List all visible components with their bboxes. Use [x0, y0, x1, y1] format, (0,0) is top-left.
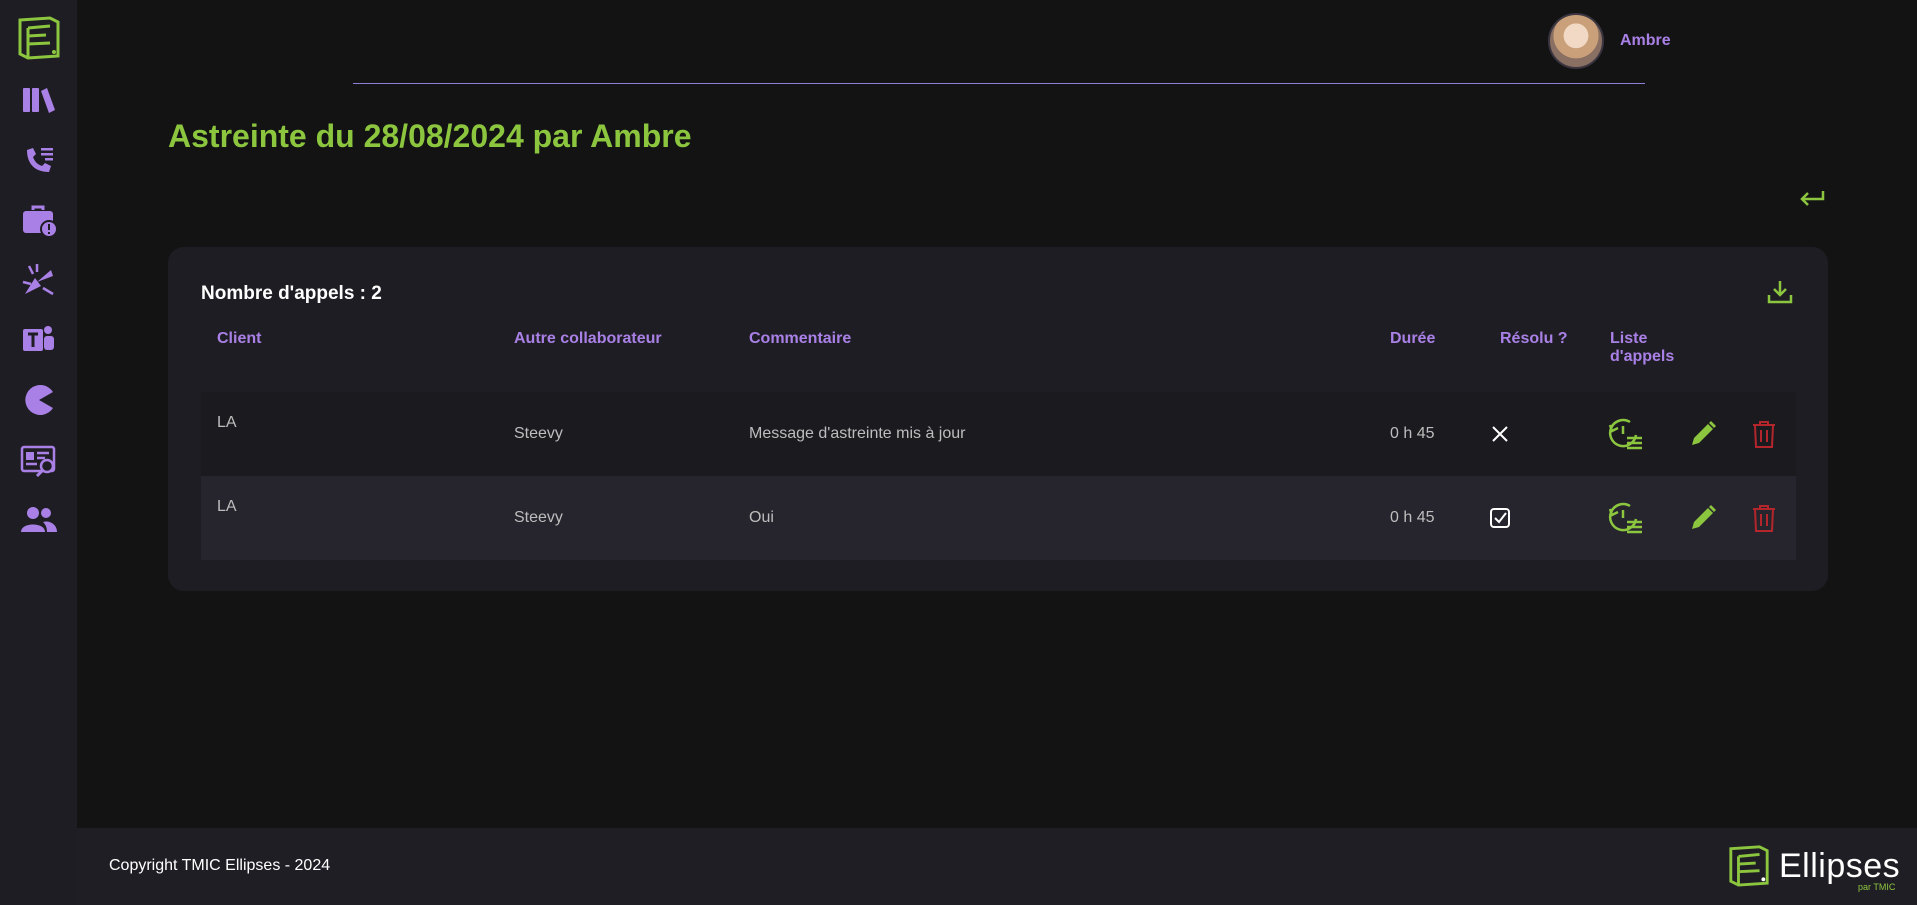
bug-icon	[22, 264, 54, 296]
sidebar-item-bugs[interactable]	[0, 253, 77, 307]
briefcase-alert-icon	[22, 205, 58, 238]
column-header-call-list-line1: Liste	[1610, 330, 1648, 347]
history-list-icon	[1608, 418, 1642, 450]
table-row: LA Steevy Oui 0 h 45	[201, 476, 1796, 560]
pencil-icon	[1692, 421, 1716, 445]
pencil-icon	[1692, 505, 1716, 529]
sidebar-item-reports[interactable]	[0, 433, 77, 487]
ellipses-logo-icon	[1729, 845, 1769, 887]
delete-button[interactable]	[1744, 414, 1784, 454]
user-name[interactable]: Ambre	[1620, 32, 1671, 50]
header-divider	[353, 83, 1645, 84]
column-header-call-list: Liste d'appels	[1610, 330, 1674, 366]
footer: Copyright TMIC Ellipses - 2024 Ellipses …	[77, 828, 1917, 905]
resolved-status	[1480, 498, 1520, 538]
cell-duration: 0 h 45	[1390, 509, 1435, 526]
sidebar-item-incidents[interactable]	[0, 193, 77, 247]
close-icon	[1492, 426, 1508, 442]
edit-button[interactable]	[1683, 414, 1723, 454]
calls-count: Nombre d'appels : 2	[201, 283, 382, 304]
brand-name: Ellipses	[1779, 847, 1901, 885]
call-history-button[interactable]	[1605, 414, 1645, 454]
pacman-icon	[24, 385, 53, 415]
books-icon	[22, 88, 55, 113]
checkbox-checked-icon	[1490, 508, 1510, 528]
cell-other: Steevy	[514, 509, 563, 526]
cell-duration: 0 h 45	[1390, 425, 1435, 442]
column-header-comment: Commentaire	[749, 330, 852, 347]
edit-button[interactable]	[1683, 498, 1723, 538]
sidebar	[0, 0, 77, 905]
cell-client: LA	[217, 414, 237, 431]
user-menu[interactable]: Ambre	[1548, 13, 1671, 69]
trash-icon	[1753, 421, 1775, 448]
column-header-call-list-line2: d'appels	[1610, 348, 1675, 365]
teams-icon	[22, 326, 54, 351]
report-search-icon	[20, 445, 55, 478]
trash-icon	[1753, 505, 1775, 532]
users-icon	[20, 507, 57, 532]
sidebar-item-games[interactable]	[0, 373, 77, 427]
history-list-icon	[1608, 502, 1642, 534]
calls-card: Nombre d'appels : 2 Client Autre collabo…	[168, 247, 1828, 591]
sidebar-item-users[interactable]	[0, 493, 77, 547]
column-header-other: Autre collaborateur	[514, 330, 662, 347]
back-arrow-icon[interactable]	[1797, 183, 1827, 213]
sidebar-item-library[interactable]	[0, 73, 77, 127]
download-icon[interactable]	[1766, 278, 1794, 306]
call-history-button[interactable]	[1605, 498, 1645, 538]
page-title: Astreinte du 28/08/2024 par Ambre	[168, 118, 692, 154]
cell-client: LA	[217, 498, 237, 515]
column-header-resolved: Résolu ?	[1500, 330, 1568, 347]
brand-subtitle: par TMIC	[1858, 882, 1896, 892]
column-header-client: Client	[217, 330, 262, 347]
resolved-status	[1480, 414, 1520, 454]
table-row: LA Steevy Message d'astreinte mis à jour…	[201, 392, 1796, 476]
sidebar-item-teams[interactable]	[0, 313, 77, 367]
delete-button[interactable]	[1744, 498, 1784, 538]
column-header-duration: Durée	[1390, 330, 1436, 347]
cell-other: Steevy	[514, 425, 563, 442]
cell-comment: Oui	[749, 509, 774, 526]
sidebar-item-calls[interactable]	[0, 133, 77, 187]
avatar[interactable]	[1548, 13, 1604, 69]
copyright-text: Copyright TMIC Ellipses - 2024	[109, 857, 331, 874]
ellipses-logo-icon[interactable]	[16, 14, 62, 60]
footer-brand: Ellipses par TMIC	[1727, 841, 1901, 893]
phone-list-icon	[26, 148, 53, 172]
cell-comment: Message d'astreinte mis à jour	[749, 425, 966, 442]
